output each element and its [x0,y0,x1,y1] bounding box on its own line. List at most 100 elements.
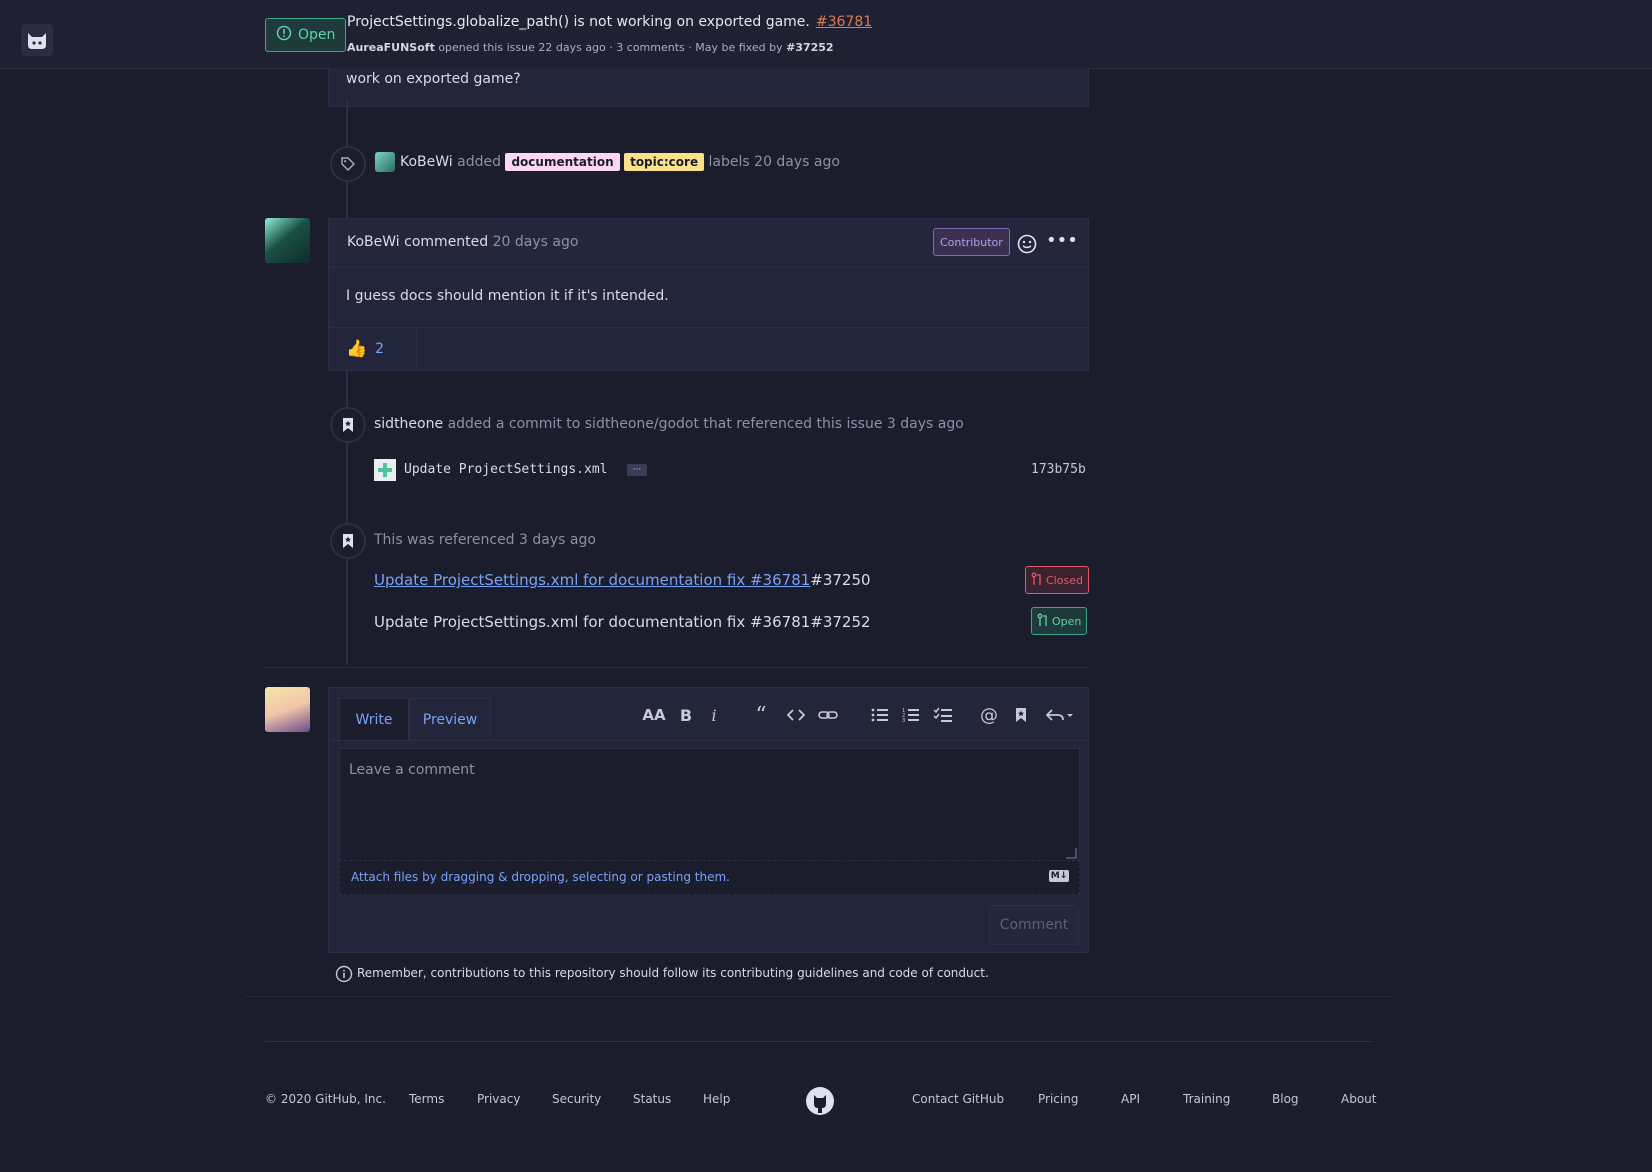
label-event: KoBeWi added documentation topic:core la… [400,153,840,171]
attach-files-area[interactable]: Attach files by dragging & dropping, sel… [339,860,1080,895]
commit-expand-button[interactable]: ··· [627,464,647,476]
ordered-list-icon[interactable]: 123 [900,704,922,726]
markdown-icon[interactable]: M↓ [1049,870,1069,882]
issue-title-text: ProjectSettings.globalize_path() is not … [347,14,810,30]
comment-placeholder: Leave a comment [349,762,475,778]
comment-editor: Write Preview Leave a comment Attach fil… [328,687,1089,953]
bookmark-icon [330,407,366,443]
footer-link-contact[interactable]: Contact GitHub [912,1092,1004,1106]
footer-link-about[interactable]: About [1341,1092,1376,1106]
bold-icon[interactable]: B [675,704,697,726]
commenter-avatar[interactable] [265,218,310,263]
italic-icon[interactable]: i [703,704,725,726]
fixed-by-link[interactable]: #37252 [786,41,834,54]
meta-text: · 3 comments · May be fixed by [609,41,783,54]
pr-state-label: Open [1052,614,1082,628]
commit-event: sidtheone added a commit to sidtheone/go… [374,416,964,432]
reaction-thumbs-up[interactable]: 👍 2 [329,328,417,370]
footer-divider [265,1041,1373,1042]
comment-body: I guess docs should mention it if it's i… [346,288,669,304]
footer-link-terms[interactable]: Terms [409,1092,444,1106]
ref-item-number: #37252 [810,613,871,631]
commit-sha-link[interactable]: 173b75b [1031,462,1086,477]
issue-state-badge: Open [265,18,347,52]
ref-item-title-link[interactable]: Update ProjectSettings.xml for documenta… [374,571,810,589]
commit-message-link[interactable]: Update ProjectSettings.xml [404,462,608,477]
avatar[interactable] [375,152,395,172]
issue-author-link[interactable]: AureaFUNSoft [347,41,435,54]
section-divider [245,996,1393,997]
ref-event-time[interactable]: 3 days ago [519,532,596,548]
label-topic-core[interactable]: topic:core [624,153,705,171]
ref-item: Update ProjectSettings.xml for documenta… [374,613,871,631]
issue-number-link[interactable]: #36781 [816,14,872,30]
octocat-icon[interactable] [21,24,53,56]
task-list-icon[interactable] [932,704,954,726]
unordered-list-icon[interactable] [869,704,891,726]
opened-time: 22 days ago [538,41,606,54]
current-user-avatar[interactable] [265,687,310,732]
commit-user-link[interactable]: sidtheone [374,416,443,432]
comment-author-link[interactable]: KoBeWi [347,234,400,250]
pr-state-label: Closed [1046,573,1083,587]
mention-icon[interactable]: @ [978,704,1000,726]
event-action: added [457,154,502,170]
attach-files-text[interactable]: Attach files by dragging & dropping, sel… [351,870,730,884]
footer-link-privacy[interactable]: Privacy [477,1092,520,1106]
footer-link-status[interactable]: Status [633,1092,671,1106]
comment-meta: KoBeWi commented 20 days ago [347,234,578,250]
ref-item: Update ProjectSettings.xml for documenta… [374,571,871,589]
github-mark-icon[interactable] [805,1086,835,1116]
issue-body-box: work on exported game? [328,68,1089,107]
footer-link-blog[interactable]: Blog [1272,1092,1299,1106]
event-user-link[interactable]: KoBeWi [400,154,453,170]
label-documentation[interactable]: documentation [505,153,620,171]
info-icon [335,965,353,983]
quote-icon[interactable]: “ [750,703,772,728]
issue-opened-icon [276,25,292,45]
footer-link-api[interactable]: API [1121,1092,1140,1106]
timeline-divider [265,667,1087,668]
pull-request-icon [1031,572,1043,589]
commit-event-text: added a commit to sidtheone/godot that r… [447,416,883,432]
pr-closed-badge: Closed [1025,566,1089,594]
ref-item-number: #37250 [810,571,871,589]
svg-text:3: 3 [902,718,905,723]
comment-submit-button[interactable]: Comment [989,905,1079,945]
reaction-count: 2 [375,341,385,357]
issue-state-label: Open [298,27,336,43]
footer-link-help[interactable]: Help [703,1092,730,1106]
comment-box: KoBeWi commented 20 days ago Contributor… [328,218,1089,371]
pr-open-badge: Open [1031,607,1088,635]
sticky-header: Open ProjectSettings.globalize_path() is… [0,0,1652,69]
link-icon[interactable] [817,704,839,726]
tab-write[interactable]: Write [339,698,409,741]
ref-event-text: This was referenced [374,532,515,548]
footer-link-training[interactable]: Training [1183,1092,1230,1106]
code-icon[interactable] [785,704,807,726]
contributing-guidelines-note: Remember, contributions to this reposito… [357,966,989,980]
saved-replies-icon[interactable] [1043,704,1075,726]
cross-reference-icon[interactable] [1010,704,1032,726]
footer-link-pricing[interactable]: Pricing [1038,1092,1078,1106]
opened-text: opened this issue [438,41,535,54]
heading-icon[interactable]: AA [642,704,665,726]
issue-meta: AureaFUNSoft opened this issue 22 days a… [347,41,834,54]
event-time[interactable]: 20 days ago [754,154,840,170]
footer-link-security[interactable]: Security [552,1092,601,1106]
pull-request-icon [1037,613,1049,630]
comment-textarea[interactable]: Leave a comment [339,748,1080,861]
thumbs-up-icon: 👍 [346,339,368,359]
ref-item-title-link[interactable]: Update ProjectSettings.xml for documenta… [374,613,810,631]
issue-title: ProjectSettings.globalize_path() is not … [347,14,872,30]
event-suffix: labels [708,154,750,170]
commit-event-time[interactable]: 3 days ago [887,416,964,432]
tag-icon [330,146,366,182]
tab-preview[interactable]: Preview [409,698,491,741]
commit-avatar[interactable] [374,459,396,481]
more-options-icon[interactable]: ••• [1046,232,1078,254]
comment-time-link[interactable]: 20 days ago [493,234,579,250]
smiley-icon[interactable] [1017,234,1037,254]
footer-copyright: © 2020 GitHub, Inc. [265,1092,386,1106]
resize-handle-icon[interactable] [1066,848,1077,859]
